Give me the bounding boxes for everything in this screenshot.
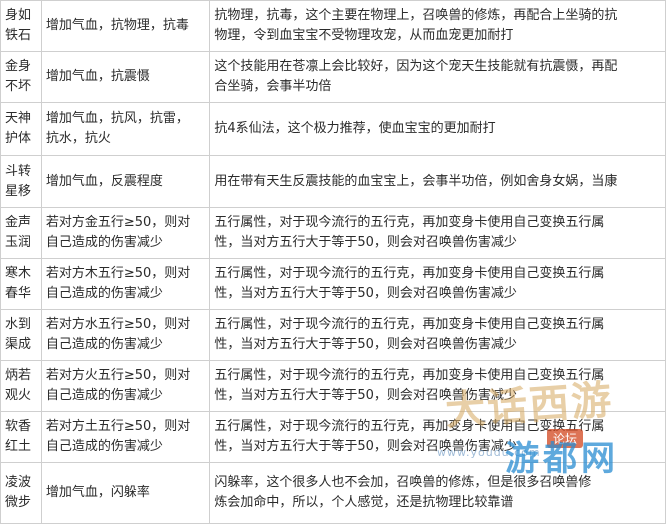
skill-name: 金声 玉润	[0, 207, 42, 259]
skill-description-line: 用在带有天生反震技能的血宝宝上，会事半功倍，例如舍身女娲，当康	[214, 173, 618, 189]
skill-name: 凌波 微步	[0, 462, 42, 524]
skill-effect-line: 若对方木五行≥50，则对	[45, 266, 191, 281]
skill-effect: 若对方水五行≥50，则对 自己造成的伤害减少	[40, 309, 211, 361]
skill-effect-line: 自己造成的伤害减少	[45, 388, 163, 403]
skill-name-line: 红土	[5, 439, 32, 454]
skill-description: 用在带有天生反震技能的血宝宝上，会事半功倍，例如舍身女娲，当康	[209, 155, 666, 208]
skill-effect-line: 自己造成的伤害减少	[45, 286, 163, 301]
table-row: 金声 玉润 若对方金五行≥50，则对 自己造成的伤害减少 五行属性，对于现今流行的五行克…	[0, 207, 666, 259]
skill-effect-line: 若对方水五行≥50，则对	[45, 317, 191, 332]
skill-description-line: 性，当对方五行大于等于50，则会对召唤兽伤害减少	[214, 439, 517, 454]
skill-effect-line: 增加气血，反震程度	[45, 173, 163, 189]
skill-description: 五行属性，对于现今流行的五行克，再加变身卡使用自己变换五行属 性，当对方五行大于等…	[209, 309, 666, 361]
skill-description-line: 性，当对方五行大于等于50，则会对召唤兽伤害减少	[214, 388, 517, 403]
skill-effect: 若对方木五行≥50，则对 自己造成的伤害减少	[40, 258, 211, 310]
skill-description-line: 闪躲率，这个很多人也不会加，召唤兽的修炼，但是很多召唤兽修	[214, 475, 592, 490]
skill-description: 抗物理，抗毒，这个主要在物理上，召唤兽的修炼，再配合上坐骑的抗 物理，令到血宝宝不…	[209, 0, 666, 52]
skill-description: 闪躲率，这个很多人也不会加，召唤兽的修炼，但是很多召唤兽修 炼会加命中，所以，个人…	[209, 462, 666, 524]
skill-name-line: 炳若	[5, 368, 32, 383]
skill-description-line: 五行属性，对于现今流行的五行克，再加变身卡使用自己变换五行属	[214, 317, 605, 332]
skill-name: 斗转 星移	[0, 155, 42, 208]
skill-name-line: 观火	[5, 388, 32, 403]
skill-effect-line: 自己造成的伤害减少	[45, 235, 163, 250]
skill-description-line: 物理，令到血宝宝不受物理攻宠，从而血宠更加耐打	[214, 28, 514, 43]
skill-description-line: 炼会加命中，所以，个人感觉，还是抗物理比较靠谱	[214, 495, 514, 510]
skill-effect-line: 若对方金五行≥50，则对	[45, 215, 191, 230]
skill-description-line: 五行属性，对于现今流行的五行克，再加变身卡使用自己变换五行属	[214, 215, 605, 230]
skill-name-line: 天神	[5, 111, 32, 126]
skill-name-line: 微步	[5, 495, 32, 510]
skill-description-line: 五行属性，对于现今流行的五行克，再加变身卡使用自己变换五行属	[214, 266, 605, 281]
skill-name: 水到 渠成	[0, 309, 42, 361]
skill-effect-line: 增加气血，闪躲率	[45, 485, 150, 500]
skill-description-line: 五行属性，对于现今流行的五行克，再加变身卡使用自己变换五行属	[214, 419, 605, 434]
skill-name: 天神 护体	[0, 102, 42, 156]
skill-name-line: 护体	[5, 131, 32, 146]
table-row: 凌波微步 增加气血，闪躲率 闪躲率，这个很多人也不会加，召唤兽的修炼，但是很多召唤兽…	[0, 462, 666, 524]
skill-name-line: 斗转	[5, 163, 32, 179]
skill-name: 身如 铁石	[0, 0, 42, 52]
table-row: 水到 渠成 若对方水五行≥50，则对 自己造成的伤害减少 五行属性，对于现今流行的五行克…	[0, 309, 666, 361]
skill-description-line: 五行属性，对于现今流行的五行克，再加变身卡使用自己变换五行属	[214, 368, 605, 383]
skill-name-line: 身如	[5, 8, 32, 23]
skill-effect: 若对方火五行≥50，则对 自己造成的伤害减少	[40, 360, 211, 412]
skill-name-line: 玉润	[5, 235, 32, 250]
table-row: 斗转星移 增加气血，反震程度 用在带有天生反震技能的血宝宝上，会事半功倍，例如舍身女…	[0, 155, 666, 208]
skill-name-line: 春华	[5, 286, 32, 301]
table-row: 天神护体 增加气血，抗风，抗雷， 抗水，抗火 抗4系仙法，这个极力推荐，使血宝宝的更加…	[0, 102, 666, 156]
skill-name: 炳若 观火	[0, 360, 42, 412]
skill-name: 软香 红土	[0, 411, 42, 463]
skill-description-line: 抗4系仙法，这个极力推荐，使血宝宝的更加耐打	[214, 121, 496, 136]
skill-description: 五行属性，对于现今流行的五行克，再加变身卡使用自己变换五行属 性，当对方五行大于等…	[209, 411, 666, 463]
skill-name-line: 金声	[5, 215, 32, 230]
skill-name-line: 铁石	[5, 28, 32, 43]
skill-effect-line: 抗水，抗火	[45, 131, 111, 146]
skill-name-line: 软香	[5, 419, 32, 434]
skill-name-line: 金身	[5, 59, 32, 74]
table-row: 金身不坏 增加气血，抗震慑 这个技能用在苍凛上会比较好，因为这个宠天生技能就有抗震慑…	[0, 51, 666, 103]
skill-effect: 增加气血，抗风，抗雷， 抗水，抗火	[40, 102, 211, 156]
skill-description-line: 性，当对方五行大于等于50，则会对召唤兽伤害减少	[214, 337, 517, 352]
skill-effect: 若对方金五行≥50，则对 自己造成的伤害减少	[40, 207, 211, 259]
skills-table: 身如铁石 增加气血，抗物理，抗毒 抗物理，抗毒，这个主要在物理上，召唤兽的修炼，再配…	[0, 0, 666, 524]
skill-description: 这个技能用在苍凛上会比较好，因为这个宠天生技能就有抗震慑，再配 合坐骑，会事半功倍	[209, 51, 666, 103]
skill-effect: 增加气血，反震程度	[40, 155, 211, 208]
skill-description: 五行属性，对于现今流行的五行克，再加变身卡使用自己变换五行属 性，当对方五行大于等…	[209, 207, 666, 259]
table-row: 炳若 观火 若对方火五行≥50，则对 自己造成的伤害减少 五行属性，对于现今流行的五行克…	[0, 360, 666, 412]
skill-name-line: 渠成	[5, 337, 32, 352]
skill-effect: 增加气血，闪躲率	[40, 462, 211, 524]
skill-name: 金身 不坏	[0, 51, 42, 103]
skill-description: 抗4系仙法，这个极力推荐，使血宝宝的更加耐打	[209, 102, 666, 156]
skill-name-line: 水到	[5, 317, 32, 332]
skill-name-line: 凌波	[5, 475, 32, 490]
skill-description: 五行属性，对于现今流行的五行克，再加变身卡使用自己变换五行属 性，当对方五行大于等…	[209, 258, 666, 310]
skill-name-line: 星移	[5, 183, 32, 199]
skill-name-line: 不坏	[5, 79, 32, 94]
skill-effect-line: 增加气血，抗风，抗雷，	[45, 111, 189, 126]
skill-name: 寒木 春华	[0, 258, 42, 310]
skill-effect-line: 增加气血，抗物理，抗毒	[45, 18, 189, 33]
skill-effect-line: 自己造成的伤害减少	[45, 439, 163, 454]
skill-description: 五行属性，对于现今流行的五行克，再加变身卡使用自己变换五行属 性，当对方五行大于等…	[209, 360, 666, 412]
skill-effect: 增加气血，抗物理，抗毒	[40, 0, 211, 52]
skill-description-line: 合坐骑，会事半功倍	[214, 79, 332, 94]
skill-description-line: 这个技能用在苍凛上会比较好，因为这个宠天生技能就有抗震慑，再配	[214, 59, 618, 74]
skill-effect-line: 若对方土五行≥50，则对	[45, 419, 191, 434]
skill-effect-line: 自己造成的伤害减少	[45, 337, 163, 352]
skill-effect: 增加气血，抗震慑	[40, 51, 211, 103]
skill-description-line: 性，当对方五行大于等于50，则会对召唤兽伤害减少	[214, 286, 517, 301]
skill-name-line: 寒木	[5, 266, 32, 281]
skill-description-line: 抗物理，抗毒，这个主要在物理上，召唤兽的修炼，再配合上坐骑的抗	[214, 8, 618, 23]
skill-effect: 若对方土五行≥50，则对 自己造成的伤害减少	[40, 411, 211, 463]
table-row: 身如铁石 增加气血，抗物理，抗毒 抗物理，抗毒，这个主要在物理上，召唤兽的修炼，再配…	[0, 0, 666, 52]
skill-effect-line: 若对方火五行≥50，则对	[45, 368, 191, 383]
skill-description-line: 性，当对方五行大于等于50，则会对召唤兽伤害减少	[214, 235, 517, 250]
table-row: 软香 红土 若对方土五行≥50，则对 自己造成的伤害减少 五行属性，对于现今流行的五行克…	[0, 411, 666, 463]
skill-effect-line: 增加气血，抗震慑	[45, 69, 150, 84]
table-row: 寒木 春华 若对方木五行≥50，则对 自己造成的伤害减少 五行属性，对于现今流行的五行克…	[0, 258, 666, 310]
